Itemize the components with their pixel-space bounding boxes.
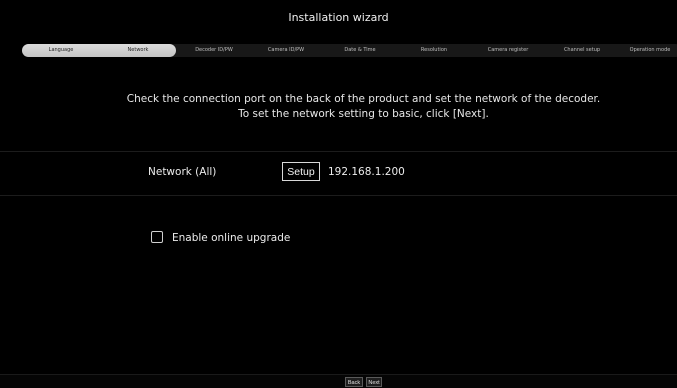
network-label: Network (All)	[148, 166, 217, 178]
wizard-steps: Language Network Decoder ID/PW Camera ID…	[22, 44, 677, 57]
step-language[interactable]: Language	[22, 44, 100, 57]
footer-bar	[0, 374, 677, 388]
installation-wizard: Installation wizard Language Network Dec…	[0, 0, 677, 388]
divider	[0, 195, 677, 196]
instruction-line-2: To set the network setting to basic, cli…	[238, 108, 489, 120]
step-camera-register[interactable]: Camera register	[470, 44, 546, 57]
instruction-text: Check the connection port on the back of…	[0, 92, 677, 122]
instruction-line-1: Check the connection port on the back of…	[126, 93, 601, 105]
step-resolution[interactable]: Resolution	[398, 44, 470, 57]
ip-address: 192.168.1.200	[328, 166, 405, 178]
online-upgrade-label[interactable]: Enable online upgrade	[172, 232, 290, 244]
step-date-time[interactable]: Date & Time	[322, 44, 398, 57]
step-channel-setup[interactable]: Channel setup	[546, 44, 618, 57]
step-operation-mode[interactable]: Operation mode	[618, 44, 677, 57]
next-button[interactable]: Next	[366, 377, 382, 387]
step-network[interactable]: Network	[100, 44, 176, 57]
back-button[interactable]: Back	[345, 377, 363, 387]
wizard-title: Installation wizard	[288, 11, 389, 24]
step-camera-id-pw[interactable]: Camera ID/PW	[250, 44, 322, 57]
divider	[0, 151, 677, 152]
online-upgrade-checkbox[interactable]	[151, 231, 163, 243]
network-setup-button[interactable]: Setup	[282, 162, 320, 181]
step-decoder-id-pw[interactable]: Decoder ID/PW	[176, 44, 252, 57]
